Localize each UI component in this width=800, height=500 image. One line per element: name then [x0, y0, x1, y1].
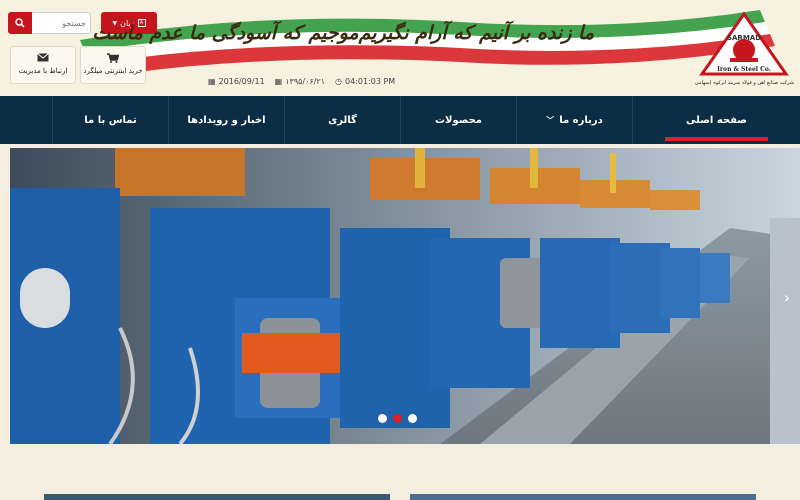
content-strip	[0, 444, 800, 500]
nav-gallery-label: گالری	[328, 114, 357, 126]
contact-management-label: ارتباط با مدیریت	[18, 67, 68, 75]
slogan-left: موجیم که آسودگی ما عدم ماست	[92, 22, 359, 44]
nav-gallery[interactable]: گالری	[284, 96, 400, 144]
header-slogan: ما زنده بر آنیم که آرام نگیریم موجیم که …	[92, 22, 594, 56]
slider-dot-active[interactable]	[393, 414, 402, 423]
logo-bottom-text: Iron & Steel Co.	[717, 66, 771, 73]
calendar-icon: ▦	[274, 76, 283, 86]
jalali-date: ۱۳۹۵/۰۶/۲۱	[285, 76, 325, 86]
online-purchase-label: خرید اینترنتی میلگرد	[83, 67, 143, 75]
factory-photo	[10, 148, 800, 444]
nav-about-label: درباره ما	[559, 114, 603, 126]
gregorian-date: 2016/09/11	[218, 76, 265, 86]
content-card[interactable]	[44, 494, 390, 500]
slider-dot[interactable]	[378, 414, 387, 423]
main-navigation: صفحه اصلی درباره ما ﹀ محصولات گالری اخبا…	[0, 96, 800, 144]
logo-caption: شرکت صنایع آهن و فولاد سرمد ابرکوه (سهام…	[694, 80, 794, 86]
slider-dot[interactable]	[408, 414, 417, 423]
nav-home[interactable]: صفحه اصلی	[632, 96, 800, 144]
company-logo[interactable]: SARMAD Iron & Steel Co. شرکت صنایع آهن و…	[694, 10, 794, 90]
slider-dots	[378, 414, 417, 423]
nav-products[interactable]: محصولات	[400, 96, 516, 144]
site-header: ▼ زبان A ارتباط با مدیریت خرید اینت	[0, 0, 800, 96]
calendar-icon: ▦	[208, 76, 216, 86]
contact-management-button[interactable]: ارتباط با مدیریت	[10, 46, 76, 84]
date-time-bar: ▦ 2016/09/11 ▦ ۱۳۹۵/۰۶/۲۱ ◷ 04:01:03 PM	[208, 74, 408, 88]
nav-contact[interactable]: تماس با ما	[52, 96, 168, 144]
nav-about[interactable]: درباره ما ﹀	[516, 96, 632, 144]
search-input[interactable]	[32, 12, 91, 34]
chevron-down-icon: ﹀	[546, 115, 555, 125]
nav-news-label: اخبار و رویدادها	[187, 114, 266, 126]
slogan-right: ما زنده بر آنیم که آرام نگیریم	[358, 22, 594, 44]
logo-emblem: SARMAD Iron & Steel Co.	[699, 11, 789, 76]
nav-products-label: محصولات	[434, 114, 483, 126]
nav-home-label: صفحه اصلی	[686, 114, 747, 126]
search-form	[8, 12, 91, 34]
hero-slider[interactable]: ›	[10, 148, 800, 444]
page: ▼ زبان A ارتباط با مدیریت خرید اینت	[0, 0, 800, 500]
content-card[interactable]	[410, 494, 756, 500]
search-icon	[15, 18, 25, 28]
logo-top-text: SARMAD	[727, 34, 761, 42]
nav-contact-label: تماس با ما	[84, 114, 137, 126]
current-time: 04:01:03 PM	[344, 76, 396, 86]
envelope-icon	[37, 53, 49, 62]
nav-news[interactable]: اخبار و رویدادها	[168, 96, 284, 144]
search-button[interactable]	[8, 12, 32, 34]
slider-next-icon[interactable]: ›	[784, 288, 790, 307]
clock-icon: ◷	[335, 76, 342, 86]
